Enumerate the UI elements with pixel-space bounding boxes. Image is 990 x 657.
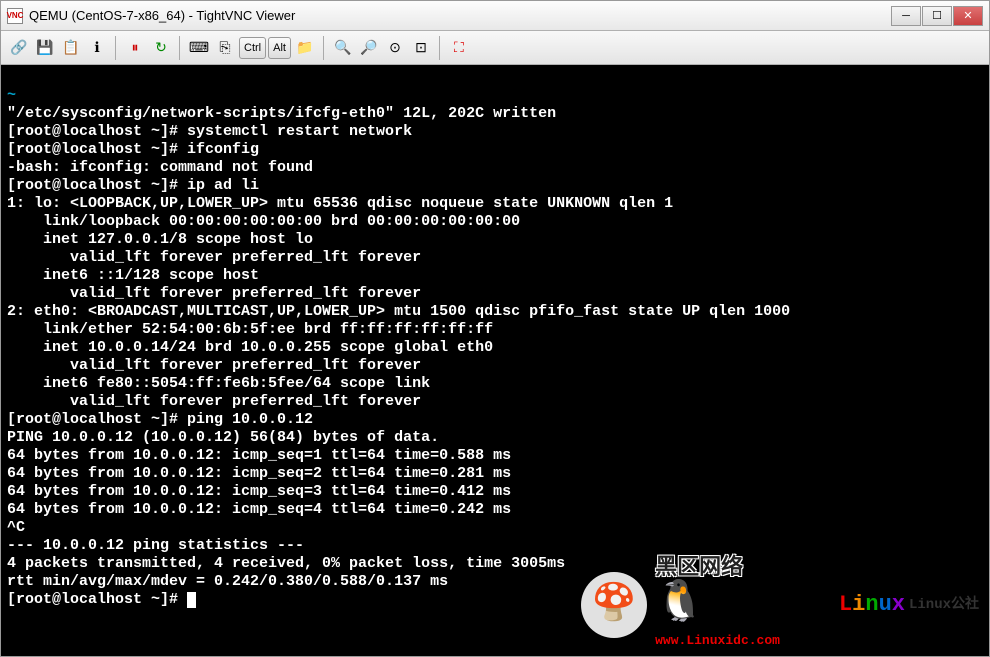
save-icon[interactable]: 💾 xyxy=(33,36,57,60)
watermark-url: www.Linuxidc.com xyxy=(655,632,780,650)
zoom-100-icon[interactable]: ⊙ xyxy=(383,36,407,60)
pause-icon[interactable]: ⏸ xyxy=(123,36,147,60)
terminal-viewport[interactable]: ~ "/etc/sysconfig/network-scripts/ifcfg-… xyxy=(1,65,989,656)
file-transfer-icon[interactable]: 📁 xyxy=(293,36,317,60)
window-titlebar: VNC QEMU (CentOS-7-x86_64) - TightVNC Vi… xyxy=(1,1,989,31)
refresh-icon[interactable]: ↻ xyxy=(149,36,173,60)
app-icon: VNC xyxy=(7,8,23,24)
terminal-output: ~ "/etc/sysconfig/network-scripts/ifcfg-… xyxy=(7,87,790,608)
watermark-brand: 🐧 Linux Linux公社 xyxy=(655,578,979,632)
zoom-out-icon[interactable]: 🔎 xyxy=(357,36,381,60)
info-icon[interactable]: ℹ xyxy=(85,36,109,60)
separator xyxy=(115,36,117,60)
zoom-in-icon[interactable]: 🔍 xyxy=(331,36,355,60)
separator xyxy=(439,36,441,60)
brand-u: u xyxy=(879,592,892,617)
maximize-button[interactable]: ☐ xyxy=(922,6,952,26)
close-button[interactable]: ✕ xyxy=(953,6,983,26)
toolbar: 🔗 💾 📋 ℹ ⏸ ↻ ⌨ ⎘ Ctrl Alt 📁 🔍 🔎 ⊙ ⊡ ⛶ xyxy=(1,31,989,65)
watermark: 🍄 黑区网络 🐧 Linux Linux公社 www.Linuxidc.com xyxy=(581,560,979,650)
fullscreen-icon[interactable]: ⛶ xyxy=(447,36,471,60)
minimize-button[interactable]: ─ xyxy=(891,6,921,26)
watermark-cn: 黑区网络 xyxy=(655,560,743,578)
options-icon[interactable]: 📋 xyxy=(59,36,83,60)
separator xyxy=(323,36,325,60)
window-title: QEMU (CentOS-7-x86_64) - TightVNC Viewer xyxy=(29,8,295,23)
brand-l: L xyxy=(839,592,852,617)
brand-i: i xyxy=(852,592,865,617)
separator xyxy=(179,36,181,60)
terminal-cursor xyxy=(187,592,196,608)
ctrl-alt-del-icon[interactable]: ⌨ xyxy=(187,36,211,60)
new-connection-icon[interactable]: 🔗 xyxy=(7,36,31,60)
watermark-subtitle: Linux公社 xyxy=(909,596,979,614)
brand-x: x xyxy=(892,592,905,617)
send-keys-icon[interactable]: ⎘ xyxy=(213,36,237,60)
mushroom-icon: 🍄 xyxy=(581,572,647,638)
zoom-auto-icon[interactable]: ⊡ xyxy=(409,36,433,60)
brand-n: n xyxy=(865,592,878,617)
ctrl-key-button[interactable]: Ctrl xyxy=(239,37,266,59)
window-controls: ─ ☐ ✕ xyxy=(891,6,983,26)
penguin-icon: 🐧 xyxy=(655,596,705,614)
alt-key-button[interactable]: Alt xyxy=(268,37,291,59)
